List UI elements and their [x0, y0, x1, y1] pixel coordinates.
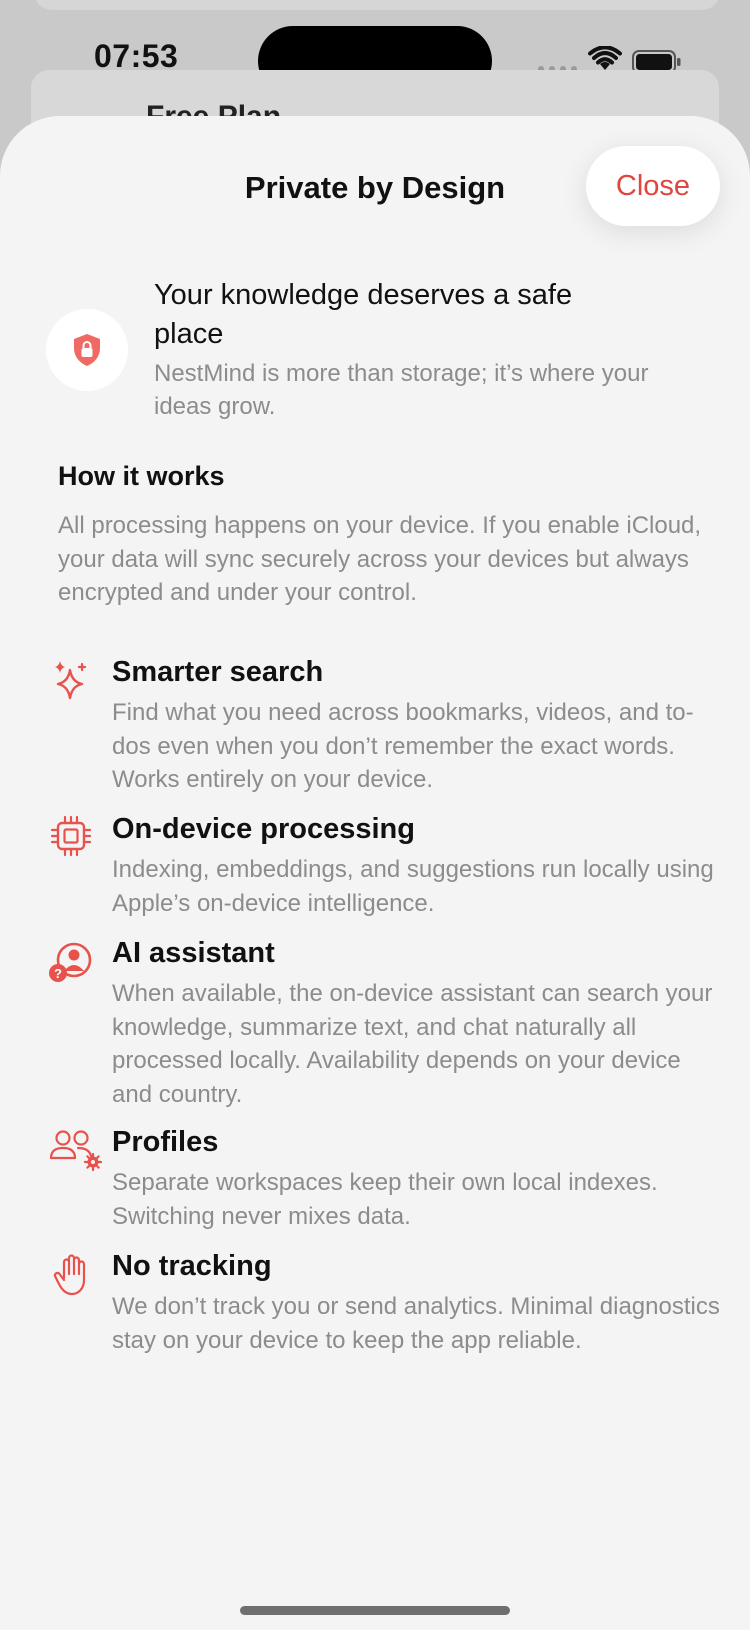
cpu-icon — [50, 815, 92, 857]
hand-raised-icon — [53, 1254, 86, 1296]
sparkles-icon — [55, 661, 87, 700]
feature-title: On-device processing — [112, 813, 415, 845]
person-question-icon: ? — [49, 942, 92, 982]
feature-title: AI assistant — [112, 937, 275, 969]
feature-description: Indexing, embeddings, and suggestions ru… — [112, 856, 714, 917]
feature-title: No tracking — [112, 1250, 272, 1282]
wifi-icon — [588, 46, 622, 70]
feature-description: We don’t track you or send analytics. Mi… — [112, 1293, 720, 1354]
feature-description: Separate workspaces keep their own local… — [112, 1169, 658, 1230]
feature-description: Find what you need across bookmarks, vid… — [112, 699, 694, 793]
close-button[interactable]: Close — [586, 146, 720, 226]
feature-description: When available, the on-device assistant … — [112, 980, 713, 1108]
feature-title: Profiles — [112, 1126, 219, 1158]
svg-text:?: ? — [54, 966, 62, 981]
hero-subtitle: NestMind is more than storage; it’s wher… — [154, 360, 649, 420]
hero-title: Your knowledge deserves a safe place — [154, 279, 573, 350]
how-it-works-title: How it works — [58, 461, 225, 491]
feature-title: Smarter search — [112, 656, 324, 688]
privacy-sheet: Private by Design Close Your knowledge d… — [0, 116, 750, 1630]
how-it-works-body: All processing happens on your device. I… — [58, 512, 702, 606]
home-indicator[interactable] — [240, 1606, 510, 1615]
background-card-top — [34, 0, 720, 10]
shield-lock-icon — [46, 309, 128, 391]
people-gear-icon — [49, 1130, 102, 1172]
